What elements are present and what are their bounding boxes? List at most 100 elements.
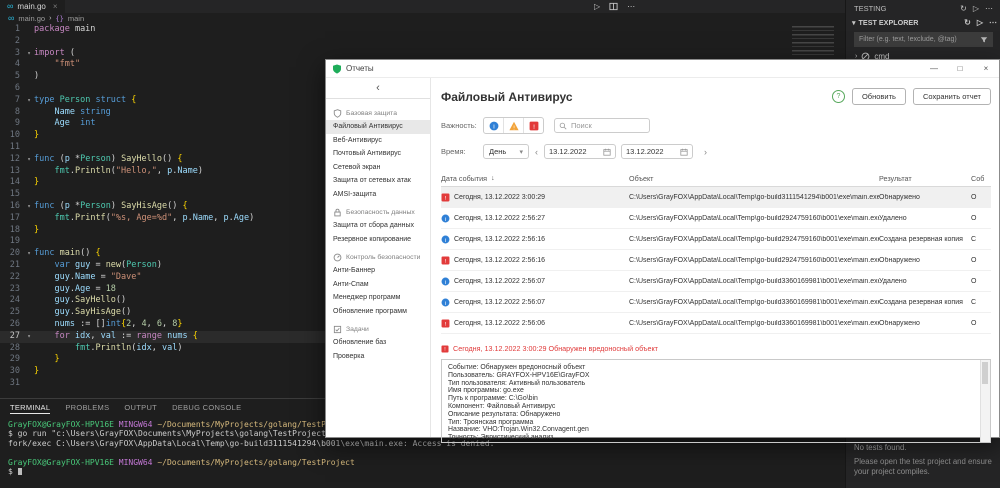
close-button[interactable]: ×	[973, 60, 999, 77]
date-from-input[interactable]: 13.12.2022	[544, 144, 616, 159]
maximize-button[interactable]: □	[947, 60, 973, 77]
event-date: Сегодня, 13.12.2022 2:56:27	[454, 214, 546, 222]
fold-icon[interactable]: ▾	[24, 201, 34, 213]
fold-icon[interactable]: ▾	[24, 154, 34, 166]
date-to-input[interactable]: 13.12.2022	[621, 144, 693, 159]
event-details-box[interactable]: Событие: Обнаружен вредоносный объект Пол…	[441, 359, 991, 443]
sidebar-item[interactable]: AMSI-защита	[326, 188, 430, 202]
code-line[interactable]: 3 ▾ import (	[0, 48, 845, 60]
window-titlebar[interactable]: Отчеты — □ ×	[326, 60, 999, 78]
breadcrumb-file[interactable]: main.go	[18, 14, 45, 23]
filter-funnel-icon[interactable]	[980, 36, 988, 44]
sidebar-item[interactable]: Защита от сбора данных	[326, 219, 430, 233]
tab-output[interactable]: OUTPUT	[124, 403, 157, 414]
events-table: Дата события ↓ Объект Результат Соб ! Сегодня…	[441, 171, 991, 334]
search-placeholder: Поиск	[571, 121, 592, 130]
next-period-button[interactable]: ›	[704, 147, 707, 157]
scrollbar-thumb[interactable]	[982, 362, 988, 384]
table-row[interactable]: i Сегодня, 13.12.2022 2:56:16 C:\Users\Gra…	[441, 229, 991, 250]
run-button[interactable]: ▷	[594, 2, 600, 11]
more-actions-icon[interactable]: ⋯	[627, 2, 635, 11]
severity-filter-critical[interactable]: !	[524, 118, 543, 133]
sidebar-item[interactable]: Менеджер программ	[326, 291, 430, 305]
date-from-value: 13.12.2022	[549, 147, 587, 156]
sidebar-item[interactable]: Сетевой экран	[326, 161, 430, 175]
more-icon[interactable]: ⋯	[985, 4, 993, 13]
fold-icon	[24, 36, 34, 48]
sidebar-item[interactable]: Обновление баз	[326, 336, 430, 350]
sidebar-item[interactable]: Проверка	[326, 350, 430, 364]
tab-terminal[interactable]: TERMINAL	[10, 403, 51, 414]
fold-icon[interactable]: ▾	[24, 248, 34, 260]
minimize-button[interactable]: —	[921, 60, 947, 77]
code-line[interactable]: 1 package main	[0, 24, 845, 36]
sidebar-item[interactable]: Файловый Антивирус	[326, 120, 430, 134]
sidebar-item[interactable]: Веб-Антивирус	[326, 134, 430, 148]
fold-icon	[24, 59, 34, 71]
tab-problems[interactable]: PROBLEMS	[65, 403, 109, 414]
event-extra-cell: О	[971, 214, 977, 222]
tab-close-icon[interactable]: ×	[53, 2, 58, 11]
severity-filter-info[interactable]: i	[484, 118, 504, 133]
prev-period-button[interactable]: ‹	[535, 147, 538, 157]
refresh-report-button[interactable]: Обновить	[851, 88, 906, 105]
event-date-cell: ! Сегодня, 13.12.2022 2:56:06	[441, 319, 629, 328]
test-explorer-section[interactable]: ▾ TEST EXPLORER ↻ ▷ ⋯	[846, 16, 1000, 29]
period-select[interactable]: День ▾	[483, 144, 529, 159]
severity-filter-warning[interactable]: !	[504, 118, 524, 133]
tab-main-go[interactable]: ∞ main.go ×	[0, 0, 66, 13]
back-button[interactable]: ‹	[326, 78, 430, 99]
sidebar-item[interactable]: Обновление программ	[326, 305, 430, 319]
more-icon[interactable]: ⋯	[989, 18, 997, 27]
refresh-tests-icon[interactable]: ↻	[964, 18, 971, 27]
column-header[interactable]: Соб	[971, 174, 991, 183]
fold-icon[interactable]: ▾	[24, 331, 34, 343]
critical-icon: !	[441, 256, 450, 265]
editor-tab-bar: ∞ main.go ×	[0, 0, 845, 13]
help-icon[interactable]: ?	[831, 90, 845, 103]
code-text: fmt.Println(idx, val)	[74, 342, 183, 353]
breadcrumb-symbol[interactable]: main	[68, 14, 84, 23]
split-editor-icon[interactable]	[609, 2, 618, 11]
column-header[interactable]: Дата события ↓	[441, 174, 629, 183]
column-header[interactable]: Результат	[879, 174, 971, 183]
event-date: Сегодня, 13.12.2022 2:56:06	[454, 319, 546, 327]
minimap[interactable]	[792, 26, 834, 58]
report-category-list: Базовая защита Файловый Антивирус Веб-Анти…	[326, 99, 430, 437]
line-number: 29	[9, 354, 20, 365]
run-tests-icon[interactable]: ▷	[977, 18, 983, 27]
table-row[interactable]: i Сегодня, 13.12.2022 2:56:27 C:\Users\Gra…	[441, 208, 991, 229]
table-row[interactable]: i Сегодня, 13.12.2022 2:56:07 C:\Users\Gra…	[441, 292, 991, 313]
table-row[interactable]: ! Сегодня, 13.12.2022 2:56:06 C:\Users\Gra…	[441, 313, 991, 334]
save-report-button[interactable]: Сохранить отчет	[912, 88, 991, 105]
run-all-tests-icon[interactable]: ▷	[973, 4, 979, 13]
sidebar-item[interactable]: Анти-Спам	[326, 278, 430, 292]
sidebar-item[interactable]: Защита от сетевых атак	[326, 174, 430, 188]
breadcrumb[interactable]: ∞ main.go › {} main	[0, 13, 853, 24]
table-row[interactable]: ! Сегодня, 13.12.2022 3:00:29 C:\Users\Gra…	[441, 187, 991, 208]
fold-icon	[24, 225, 34, 237]
test-filter-input[interactable]: Filter (e.g. text, !exclude, @tag)	[854, 32, 993, 47]
terminal-cursor	[17, 468, 22, 476]
sort-down-icon[interactable]: ↓	[491, 175, 495, 182]
code-text: fmt.Printf("%s, Age=%d", p.Name, p.Age)	[54, 212, 255, 223]
table-row[interactable]: i Сегодня, 13.12.2022 2:56:07 C:\Users\Gra…	[441, 271, 991, 292]
search-input[interactable]: Поиск	[554, 118, 650, 133]
fold-icon	[24, 130, 34, 142]
scrollbar[interactable]	[980, 360, 990, 442]
sidebar-item[interactable]: Анти-Баннер	[326, 264, 430, 278]
tab-debug-console[interactable]: DEBUG CONSOLE	[172, 403, 241, 414]
fold-icon[interactable]: ▾	[24, 95, 34, 107]
table-row[interactable]: ! Сегодня, 13.12.2022 2:56:16 C:\Users\Gra…	[441, 250, 991, 271]
sidebar-item[interactable]: Резервное копирование	[326, 233, 430, 247]
column-header[interactable]: Объект	[629, 174, 879, 183]
filter-placeholder: Filter (e.g. text, !exclude, @tag)	[859, 36, 957, 43]
refresh-tests-icon[interactable]: ↻	[960, 4, 967, 13]
line-number: 7	[14, 94, 20, 105]
event-extra-cell: О	[971, 319, 977, 327]
fold-icon[interactable]: ▾	[24, 48, 34, 60]
code-line[interactable]: 2	[0, 36, 845, 48]
no-tests-message: Please open the test project and ensure …	[854, 457, 992, 476]
sidebar-item[interactable]: Почтовый Антивирус	[326, 147, 430, 161]
table-header[interactable]: Дата события ↓ Объект Результат Соб	[441, 171, 991, 187]
